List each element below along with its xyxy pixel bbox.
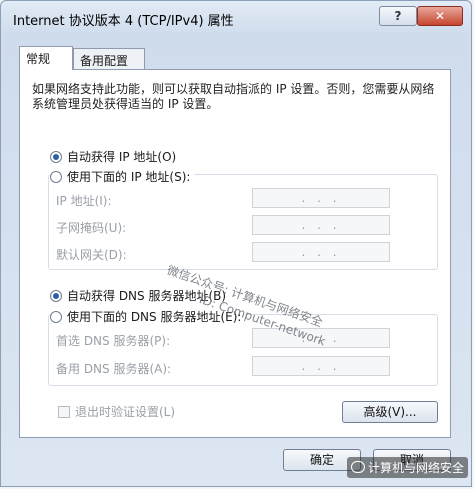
default-gateway-field[interactable]: . . . [252,242,390,262]
general-panel: 如果网络支持此功能，则可以获取自动指派的 IP 设置。否则，您需要从网络系统管理… [19,69,451,438]
validate-on-exit-label: 退出时验证设置(L) [75,405,176,419]
subnet-mask-field[interactable]: . . . [252,215,390,235]
tab-alternate-config[interactable]: 备用配置 [73,48,145,70]
ip-address-label: IP 地址(I): [56,194,112,208]
ip-manual-label: 使用下面的 IP 地址(S): [67,170,191,184]
preferred-dns-label: 首选 DNS 服务器(P): [56,334,171,348]
ip-auto-option[interactable]: 自动获得 IP 地址(O) [50,148,176,165]
subnet-mask-label: 子网掩码(U): [56,221,127,235]
dns-manual-radio[interactable] [50,311,62,323]
ip-auto-radio[interactable] [50,151,62,163]
ip-address-field[interactable]: . . . [252,188,390,208]
footer-watermark: 计算机与网络安全 [347,457,469,478]
advanced-button[interactable]: 高级(V)... [342,401,438,423]
wechat-icon [351,461,365,473]
dialog-window: Internet 协议版本 4 (TCP/IPv4) 属性 ? ✕ 常规 备用配… [0,0,472,487]
footer-watermark-text: 计算机与网络安全 [368,461,465,475]
window-title: Internet 协议版本 4 (TCP/IPv4) 属性 [13,14,234,29]
help-button[interactable]: ? [379,6,417,26]
alternate-dns-field[interactable]: . . . [252,356,390,376]
validate-on-exit-option[interactable]: 退出时验证设置(L) [58,403,175,420]
validate-on-exit-checkbox[interactable] [58,406,70,418]
alternate-dns-label: 备用 DNS 服务器(A): [56,362,172,376]
ip-manual-option[interactable]: 使用下面的 IP 地址(S): [50,168,195,185]
ip-auto-label: 自动获得 IP 地址(O) [67,150,177,164]
title-bar[interactable]: Internet 协议版本 4 (TCP/IPv4) 属性 ? ✕ [1,1,471,35]
ip-manual-radio[interactable] [50,171,62,183]
default-gateway-label: 默认网关(D): [56,248,127,262]
tab-general[interactable]: 常规 [19,46,73,70]
dns-auto-radio[interactable] [50,290,62,302]
description-text: 如果网络支持此功能，则可以获取自动指派的 IP 设置。否则，您需要从网络系统管理… [32,82,435,111]
close-button[interactable]: ✕ [417,6,463,26]
